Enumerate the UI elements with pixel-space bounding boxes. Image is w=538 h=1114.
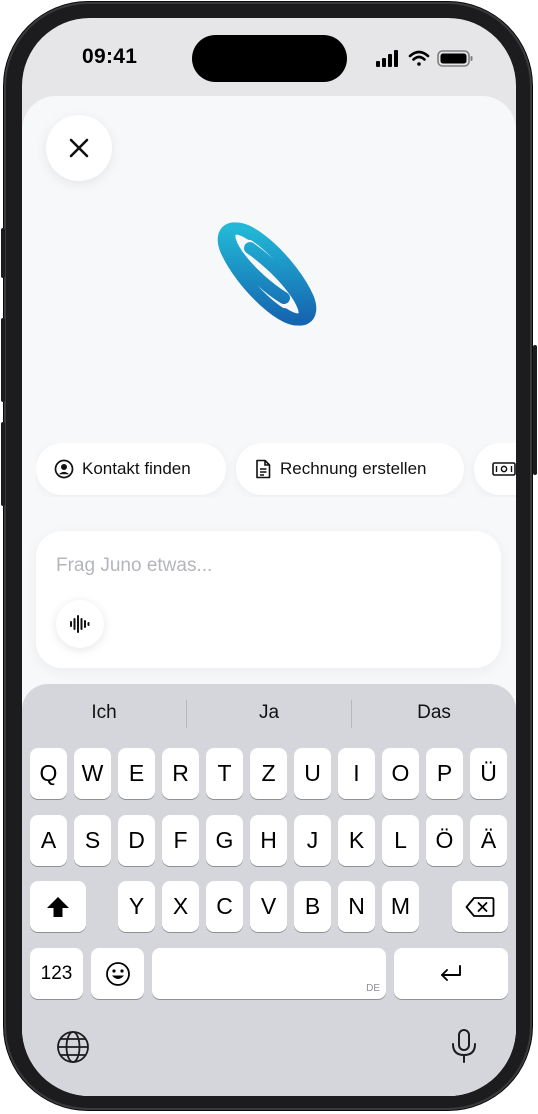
key-l[interactable]: L [382, 815, 419, 866]
key-p[interactable]: P [426, 748, 463, 799]
return-arrow-icon [441, 964, 461, 981]
key-h[interactable]: H [250, 815, 287, 866]
keyboard: Ich Ja Das Q W E R T Z U I O P Ü A S D F… [22, 684, 516, 1096]
globe-icon[interactable] [56, 1030, 90, 1064]
key-j[interactable]: J [294, 815, 331, 866]
status-bar: 09:41 [22, 18, 516, 98]
power-button [533, 345, 537, 475]
chip-label: Kontakt finden [82, 459, 191, 478]
suggestion-1[interactable]: Ich [22, 684, 186, 742]
key-f[interactable]: F [162, 815, 199, 866]
key-o[interactable]: O [382, 748, 419, 799]
chip-banknote[interactable] [474, 443, 516, 495]
key-oe[interactable]: Ö [426, 815, 463, 866]
key-u[interactable]: U [294, 748, 331, 799]
chip-kontakt-finden[interactable]: Kontakt finden [36, 443, 226, 495]
close-icon [69, 138, 89, 158]
prompt-placeholder[interactable]: Frag Juno etwas... [56, 555, 212, 577]
emoji-icon [105, 961, 130, 986]
numbers-key[interactable]: 123 [30, 948, 83, 999]
key-v[interactable]: V [250, 881, 287, 932]
key-k[interactable]: K [338, 815, 375, 866]
user-circle-icon [54, 459, 74, 479]
key-x[interactable]: X [162, 881, 199, 932]
chip-label: Rechnung erstellen [280, 459, 427, 478]
wifi-icon [408, 50, 430, 66]
key-r[interactable]: R [162, 748, 199, 799]
space-key[interactable]: DE [152, 948, 386, 999]
waveform-icon [70, 615, 90, 633]
key-s[interactable]: S [74, 815, 111, 866]
prompt-input-card[interactable]: Frag Juno etwas... [36, 531, 501, 668]
volume-down-button [1, 422, 5, 506]
delete-key[interactable] [452, 881, 508, 932]
key-i[interactable]: I [338, 748, 375, 799]
volume-up-button [1, 318, 5, 402]
status-time: 09:41 [82, 45, 138, 68]
suggestion-3[interactable]: Das [352, 684, 516, 742]
key-q[interactable]: Q [30, 748, 67, 799]
microphone-icon[interactable] [450, 1028, 478, 1064]
return-key[interactable] [394, 948, 508, 999]
cellular-signal-icon [376, 50, 398, 67]
battery-icon [437, 50, 473, 67]
key-c[interactable]: C [206, 881, 243, 932]
status-icons [376, 50, 473, 67]
quick-actions-row: Kontakt finden Rechnung erstellen [36, 443, 516, 497]
space-language-label: DE [366, 983, 380, 994]
shift-arrow-icon [47, 896, 69, 917]
key-n[interactable]: N [338, 881, 375, 932]
key-g[interactable]: G [206, 815, 243, 866]
chip-rechnung-erstellen[interactable]: Rechnung erstellen [236, 443, 464, 495]
action-button [1, 228, 5, 278]
banknote-icon [492, 462, 516, 476]
voice-input-button[interactable] [56, 600, 104, 648]
juno-logo-icon [217, 222, 317, 326]
key-m[interactable]: M [382, 881, 419, 932]
document-icon [256, 459, 271, 479]
close-button[interactable] [46, 115, 112, 181]
shift-key[interactable] [30, 881, 86, 932]
emoji-key[interactable] [91, 948, 144, 999]
key-e[interactable]: E [118, 748, 155, 799]
screen: 09:41 Kontakt finden Rechnung erstellen … [22, 18, 516, 1096]
key-w[interactable]: W [74, 748, 111, 799]
key-y[interactable]: Y [118, 881, 155, 932]
key-t[interactable]: T [206, 748, 243, 799]
key-z[interactable]: Z [250, 748, 287, 799]
key-ue[interactable]: Ü [470, 748, 507, 799]
key-b[interactable]: B [294, 881, 331, 932]
key-d[interactable]: D [118, 815, 155, 866]
key-a[interactable]: A [30, 815, 67, 866]
backspace-icon [465, 896, 495, 917]
suggestion-2[interactable]: Ja [187, 684, 351, 742]
key-ae[interactable]: Ä [470, 815, 507, 866]
dynamic-island [192, 35, 347, 82]
